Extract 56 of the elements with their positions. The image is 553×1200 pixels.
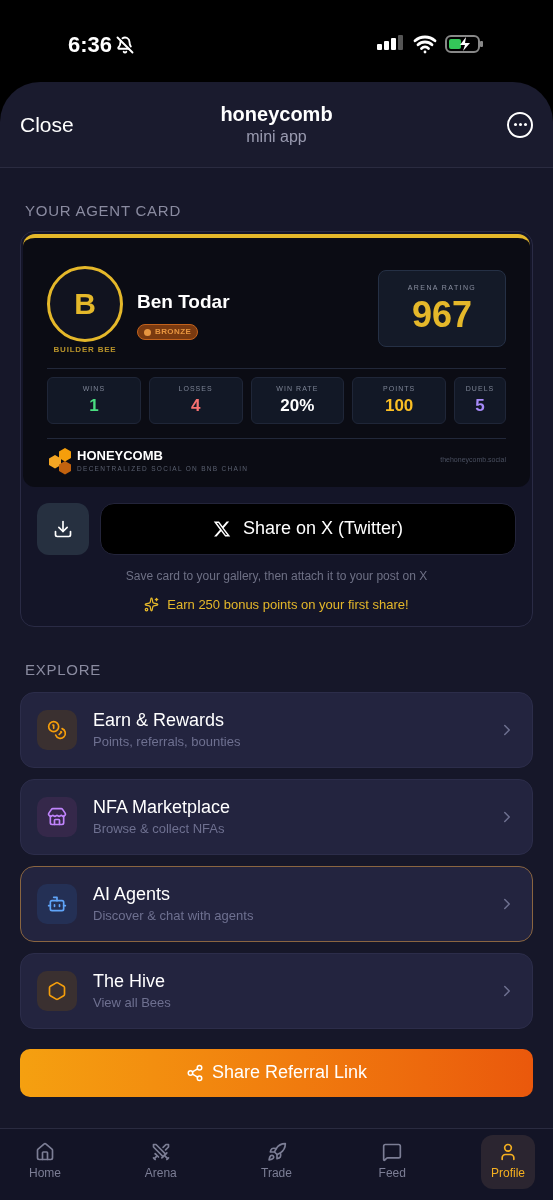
close-button[interactable]: Close xyxy=(20,108,90,141)
honeycomb-logo-icon xyxy=(47,446,73,475)
nav-tab[interactable]: Feed xyxy=(365,1135,420,1189)
clock-time: 6:36 xyxy=(68,31,113,59)
nav-tab[interactable]: Profile xyxy=(481,1135,535,1189)
x-logo-icon xyxy=(212,519,231,538)
explore-item[interactable]: The Hive View all Bees xyxy=(20,952,533,1029)
download-button[interactable] xyxy=(37,502,89,555)
bonus-message: Earn 250 bonus points on your first share! xyxy=(167,595,409,614)
stat-value: 5 xyxy=(475,394,485,416)
stat-value: 1 xyxy=(89,394,99,416)
app-subtitle: mini app xyxy=(246,127,307,147)
section-heading: EXPLORE xyxy=(25,660,103,680)
item-subtitle: View all Bees xyxy=(93,994,171,1011)
app-title: honeycomb xyxy=(220,102,333,127)
nav-tab[interactable]: Trade xyxy=(249,1135,304,1189)
store-icon xyxy=(37,796,77,837)
explore-item[interactable]: Earn & Rewards Points, referrals, bounties xyxy=(20,691,533,768)
item-subtitle: Discover & chat with agents xyxy=(93,907,254,924)
battery-charging-icon xyxy=(445,34,485,54)
item-title: NFA Marketplace xyxy=(93,796,231,819)
more-options-button[interactable] xyxy=(507,111,533,138)
brand-name: HONEYCOMB xyxy=(77,447,164,464)
nav-tab[interactable]: Arena xyxy=(133,1135,188,1189)
item-subtitle: Points, referrals, bounties xyxy=(93,733,241,750)
explore-item[interactable]: NFA Marketplace Browse & collect NFAs xyxy=(20,778,533,855)
section-heading: YOUR AGENT CARD xyxy=(25,201,182,221)
user-icon xyxy=(498,1142,518,1162)
avatar-caption: BUILDER BEE xyxy=(53,343,117,356)
sparkles-icon xyxy=(144,596,160,612)
rating-value: 967 xyxy=(411,297,473,334)
stat-value: 4 xyxy=(190,394,201,416)
bell-off-icon xyxy=(116,35,135,54)
coin-icon xyxy=(144,328,151,336)
stat-value: 20% xyxy=(280,394,315,416)
signal-icon xyxy=(377,35,405,53)
item-title: Earn & Rewards xyxy=(93,709,225,732)
avatar: B xyxy=(47,265,123,342)
chat-bubble-icon xyxy=(382,1142,403,1162)
item-subtitle: Browse & collect NFAs xyxy=(93,820,225,837)
stat-value: 100 xyxy=(384,394,414,416)
share-icon xyxy=(185,1063,204,1082)
tier-badge: BRONZE xyxy=(137,324,199,340)
agent-name: Ben Todar xyxy=(137,289,230,314)
share-hint: Save card to your gallery, then attach it to your post on X xyxy=(124,567,429,585)
nav-tab[interactable]: Home xyxy=(18,1135,72,1189)
item-title: AI Agents xyxy=(93,883,171,906)
download-icon xyxy=(53,518,73,539)
robot-icon xyxy=(37,883,77,924)
home-icon xyxy=(35,1142,55,1162)
coins-icon xyxy=(37,709,77,750)
swords-icon xyxy=(150,1142,171,1162)
item-title: The Hive xyxy=(93,970,166,993)
explore-item[interactable]: AI Agents Discover & chat with agents xyxy=(20,865,533,942)
share-on-x-button[interactable]: Share on X (Twitter) xyxy=(100,502,516,555)
rocket-icon xyxy=(266,1142,287,1162)
